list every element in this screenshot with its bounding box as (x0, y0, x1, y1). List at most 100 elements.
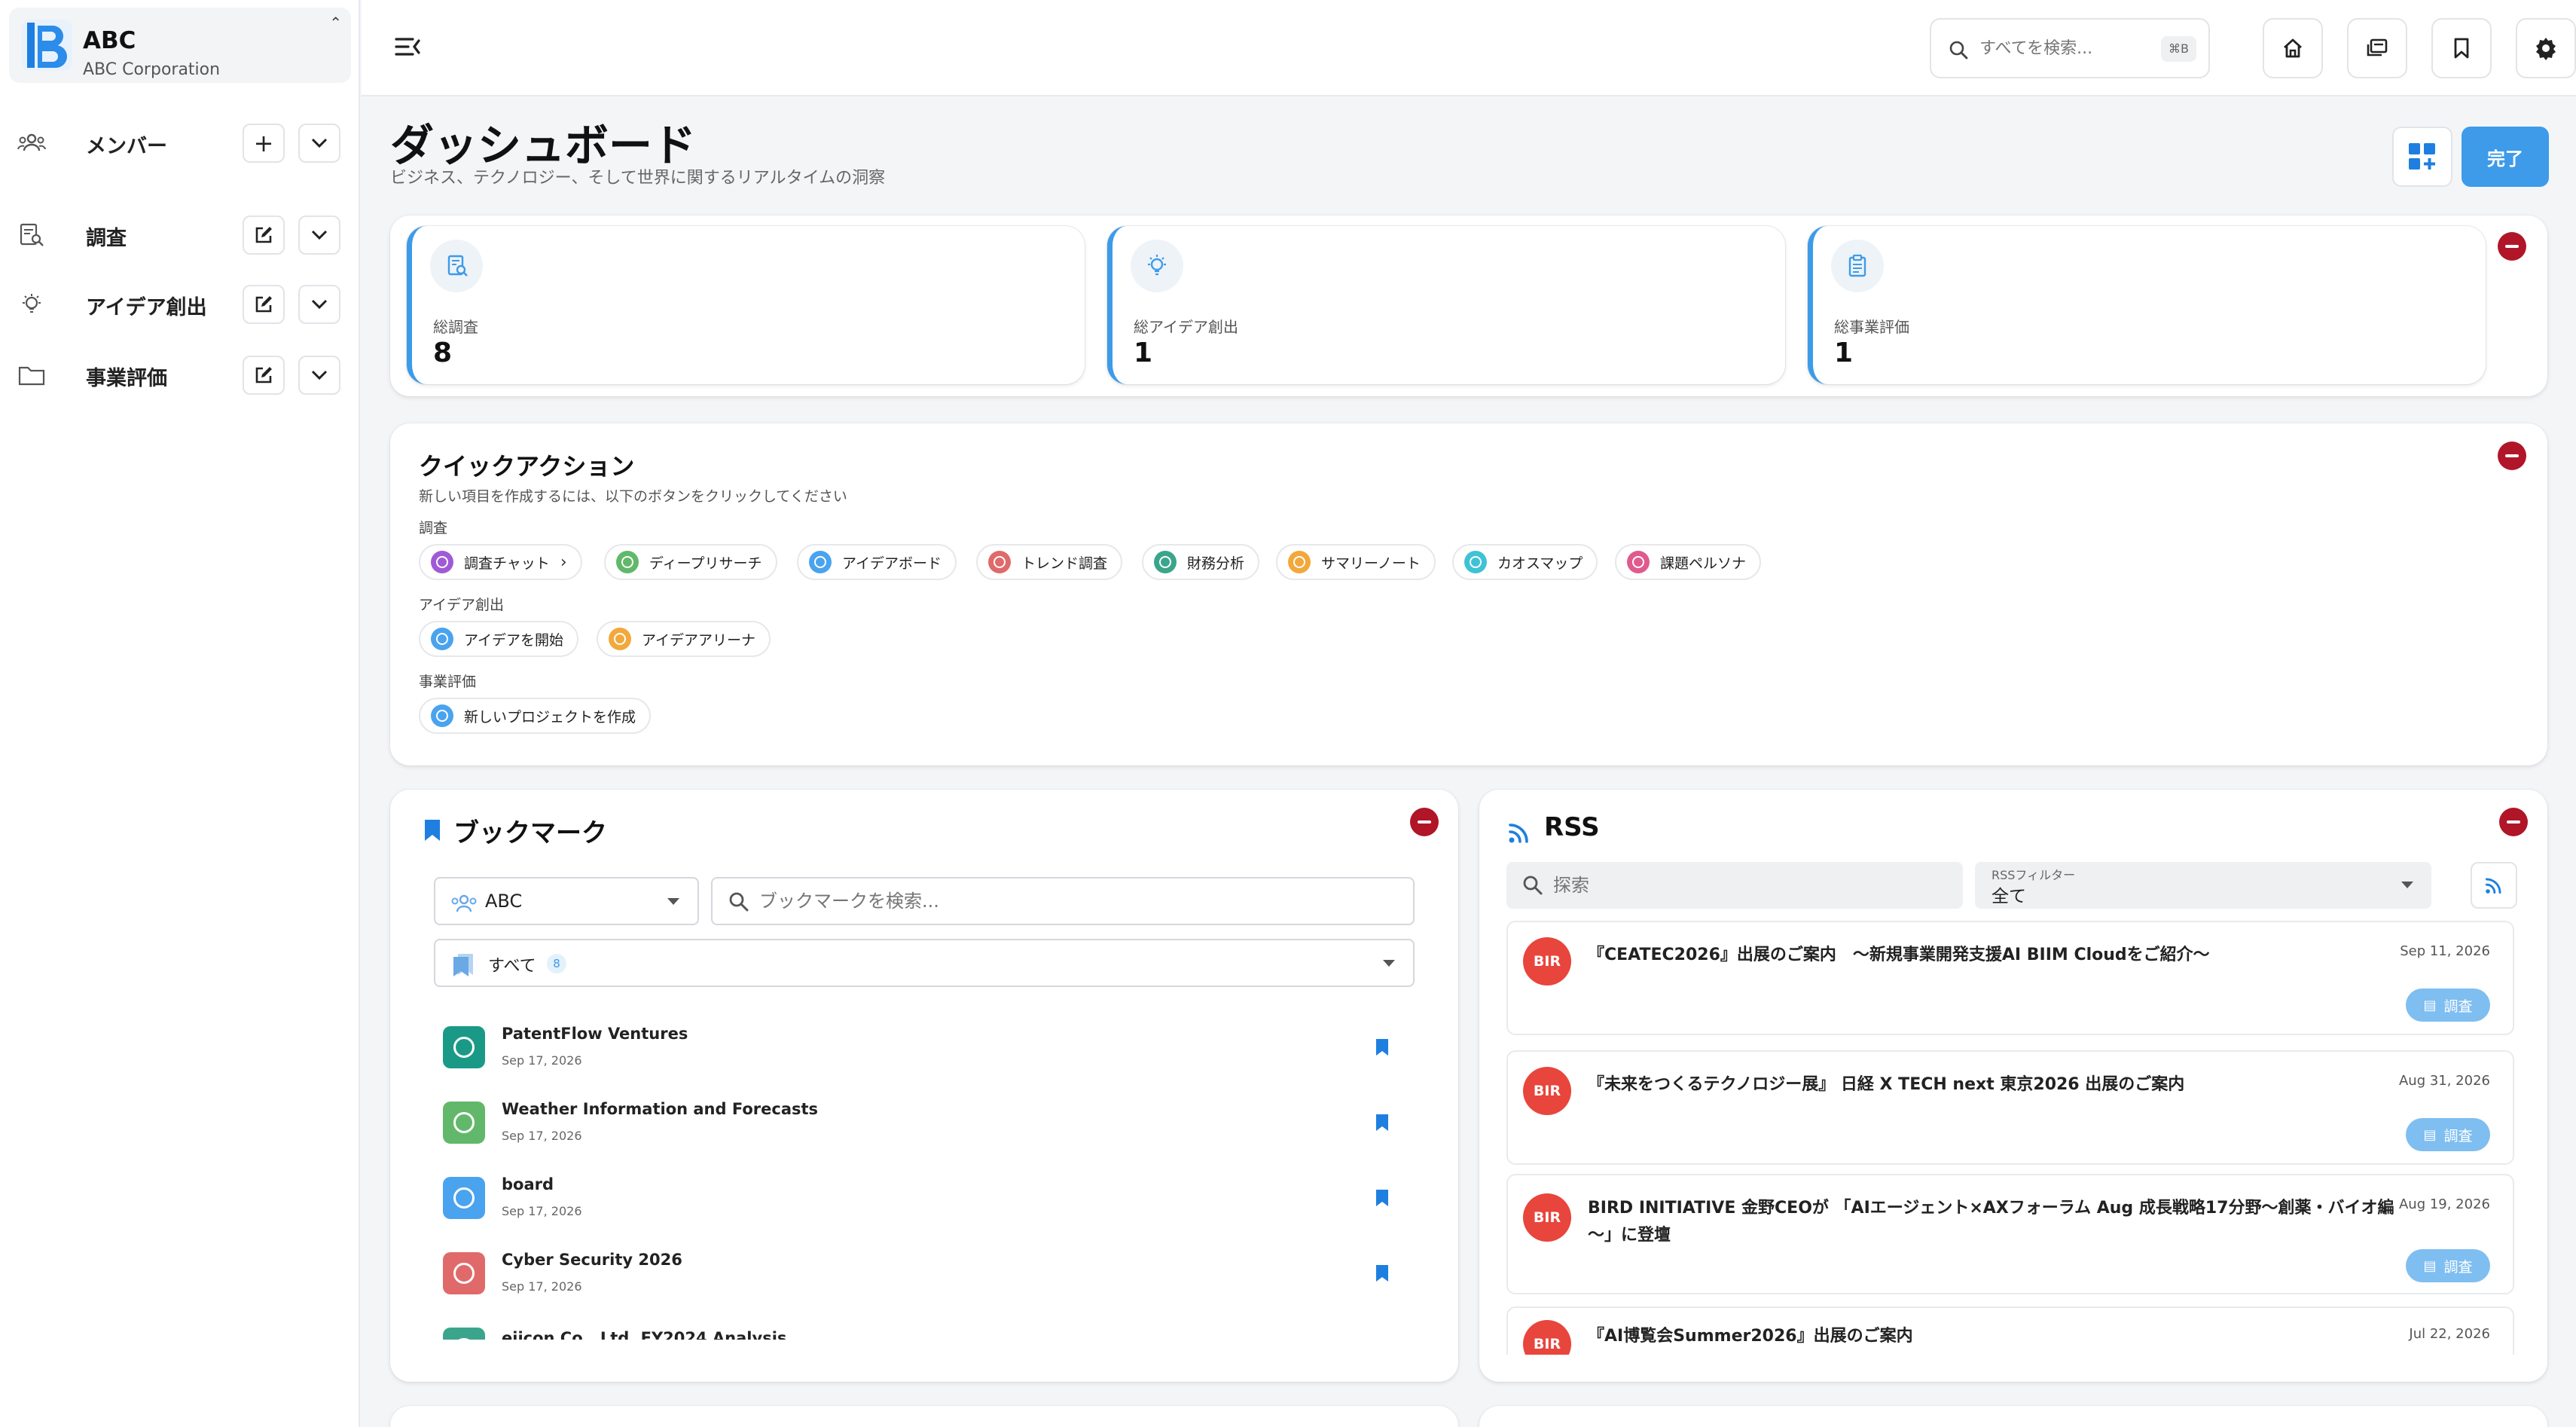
rss-item-date: Aug 31, 2026 (2398, 1073, 2490, 1089)
rss-research-button[interactable]: ▤ 調査 (2406, 1249, 2490, 1282)
rss-feeds-button[interactable] (2471, 862, 2517, 909)
sidebar-item-ideation[interactable]: アイデア創出 (0, 280, 360, 328)
expand-members-button[interactable] (298, 124, 340, 163)
bookmark-category-select[interactable]: すべて 8 (434, 939, 1415, 987)
bookmark-search[interactable] (711, 877, 1415, 925)
global-search[interactable]: ⌘B (1930, 18, 2210, 78)
sidebar: ABC ABC Corporation ⌃ メンバー + 調査 アイデア創出 事… (0, 0, 360, 1427)
expand-ideation-button[interactable] (298, 285, 340, 324)
bookmark-toggle-icon[interactable] (1375, 1038, 1389, 1056)
chip-summary-note[interactable]: サマリーノート (1276, 544, 1436, 580)
stat-value: 1 (1834, 338, 1854, 368)
quick-actions-group-label: アイデア創出 (419, 597, 505, 613)
remove-quick-actions-button[interactable] (2498, 442, 2526, 470)
bookmarks-button[interactable] (2431, 18, 2492, 78)
chip-label: トレンド調査 (1021, 555, 1108, 572)
collapse-sidebar-icon[interactable] (393, 33, 423, 60)
brush-icon (443, 1177, 485, 1219)
bookmark-toggle-icon[interactable] (1375, 1264, 1389, 1282)
chip-idea-arena[interactable]: アイデアアリーナ (597, 621, 771, 657)
bookmark-search-input[interactable] (759, 886, 1392, 916)
bookmark-date: Sep 17, 2026 (502, 1204, 582, 1218)
chip-research-chat[interactable]: 調査チャット › (419, 544, 582, 580)
rss-filter-select[interactable]: RSSフィルター 全て (1975, 862, 2431, 909)
chevron-down-icon (311, 138, 328, 148)
chip-financial-analysis[interactable]: 財務分析 (1142, 544, 1260, 580)
org-switcher[interactable]: ABC ABC Corporation ⌃ (9, 8, 351, 83)
chip-new-project[interactable]: 新しいプロジェクトを作成 (419, 698, 652, 734)
bookmark-org-select[interactable]: ABC (434, 877, 699, 925)
chip-label: 新しいプロジェクトを作成 (464, 708, 636, 726)
global-search-input[interactable] (1979, 33, 2130, 63)
bookmark-filled-icon (425, 820, 440, 841)
quick-actions-subtitle: 新しい項目を作成するには、以下のボタンをクリックしてください (419, 488, 847, 505)
remove-stats-widget-button[interactable] (2498, 232, 2526, 261)
rss-research-button[interactable]: ▤ 調査 (2406, 989, 2490, 1022)
persona-icon (1627, 551, 1650, 573)
bookmark-item[interactable]: PatentFlow Ventures Sep 17, 2026 (443, 1020, 1415, 1092)
stat-value: 1 (1134, 338, 1153, 368)
chip-chaos-map[interactable]: カオスマップ (1452, 544, 1598, 580)
bookmark-toggle-icon[interactable] (1375, 1189, 1389, 1207)
settings-button[interactable] (2516, 18, 2576, 78)
org-name: ABC (83, 27, 136, 54)
remove-rss-button[interactable] (2499, 808, 2528, 836)
quick-actions-group-label: 事業評価 (419, 674, 477, 690)
chip-deep-research[interactable]: ディープリサーチ (604, 544, 777, 580)
org-logo (21, 20, 72, 71)
rss-research-button[interactable]: ▤ 調査 (2406, 1118, 2490, 1151)
sidebar-item-label: アイデア創出 (86, 296, 207, 319)
bookmark-date: Sep 17, 2026 (502, 1279, 582, 1294)
sidebar-item-members[interactable]: メンバー + (0, 119, 360, 167)
sidebar-item-business-evaluation[interactable]: 事業評価 (0, 351, 360, 399)
done-button[interactable]: 完了 (2462, 127, 2549, 187)
edit-icon (255, 296, 272, 313)
rss-item[interactable]: BIR BIRD INITIATIVE 金野CEOが 「AIエージェント×AXフ… (1506, 1174, 2514, 1294)
rss-item-clipped[interactable]: BIR 『AI博覧会Summer2026』出展のご案内 Jul 22, 2026 (1506, 1306, 2514, 1355)
bookmark-item[interactable]: board Sep 17, 2026 (443, 1171, 1415, 1243)
rss-item[interactable]: BIR 『CEATEC2026』出展のご案内 ～新規事業開発支援AI BIIM … (1506, 921, 2514, 1035)
home-icon (2284, 38, 2302, 58)
bookmark-item[interactable]: eiicon Co., Ltd. FY2024 Analysis (443, 1322, 1415, 1340)
dropdown-caret-icon (2401, 882, 2413, 888)
stat-card-ideation: 総アイデア創出 1 (1107, 226, 1785, 384)
sidebar-item-research[interactable]: 調査 (0, 211, 360, 259)
rss-search[interactable] (1506, 862, 1963, 909)
rss-research-label: 調査 (2443, 1258, 2473, 1276)
plus-circle-icon (431, 704, 453, 727)
rss-filter-value: 全て (1992, 887, 2026, 906)
ideation-stat-icon (1131, 240, 1183, 292)
org-toggle-icon[interactable]: ⌃ (329, 15, 342, 30)
new-research-button[interactable] (243, 215, 285, 255)
bookmark-item[interactable]: Cyber Security 2026 Sep 17, 2026 (443, 1246, 1415, 1319)
quick-actions-widget: クイックアクション 新しい項目を作成するには、以下のボタンをクリックしてください… (390, 423, 2547, 765)
rss-item[interactable]: BIR 『未来をつくるテクノロジー展』 日経 X TECH next 東京202… (1506, 1050, 2514, 1165)
bookmark-item[interactable]: Weather Information and Forecasts Sep 17… (443, 1095, 1415, 1168)
plus-icon: + (253, 129, 274, 157)
remove-bookmarks-button[interactable] (1410, 808, 1439, 836)
chip-start-idea[interactable]: アイデアを開始 (419, 621, 579, 657)
chip-label: ディープリサーチ (649, 555, 762, 572)
home-button[interactable] (2263, 18, 2323, 78)
quick-actions-title: クイックアクション (419, 452, 635, 481)
lightbulb-icon (443, 1026, 485, 1068)
new-evaluation-button[interactable] (243, 356, 285, 395)
chip-idea-board[interactable]: アイデアボード (797, 544, 957, 580)
bookmark-item-clipped[interactable]: eiicon Co., Ltd. FY2024 Analysis (443, 1322, 1415, 1340)
expand-research-button[interactable] (298, 215, 340, 255)
stat-value: 8 (433, 338, 453, 368)
new-ideation-button[interactable] (243, 285, 285, 324)
rss-item[interactable]: BIR 『AI博覧会Summer2026』出展のご案内 Jul 22, 2026 (1506, 1306, 2514, 1355)
add-widget-button[interactable] (2392, 127, 2452, 187)
chip-problem-persona[interactable]: 課題ペルソナ (1615, 544, 1762, 580)
edit-icon (255, 227, 272, 243)
add-member-button[interactable]: + (243, 124, 285, 163)
rss-search-input[interactable] (1553, 871, 1945, 900)
chevron-down-icon (311, 299, 328, 310)
expand-evaluation-button[interactable] (298, 356, 340, 395)
rss-icon (1509, 824, 1528, 843)
chip-trend-research[interactable]: トレンド調査 (976, 544, 1123, 580)
bookmark-toggle-icon[interactable] (1375, 1114, 1389, 1132)
rss-research-label: 調査 (2443, 998, 2473, 1015)
library-button[interactable] (2347, 18, 2407, 78)
